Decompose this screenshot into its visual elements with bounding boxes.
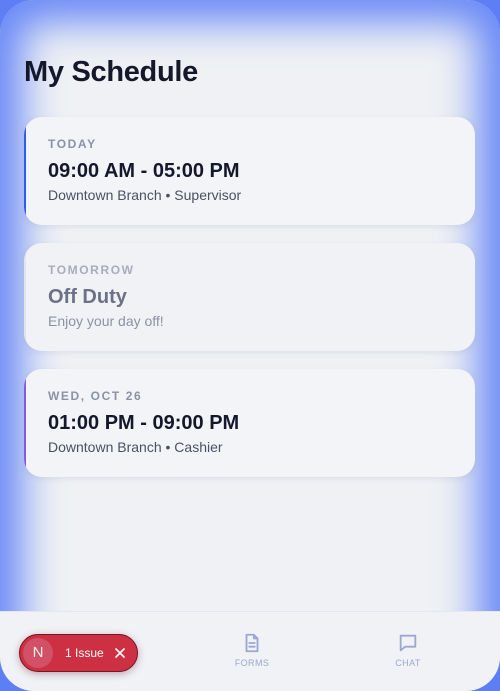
shift-time: Off Duty	[48, 286, 127, 308]
shift-card-tomorrow[interactable]: TOMORROW Off Duty Enjoy your day off!	[24, 243, 475, 351]
shift-accent-bar	[24, 243, 26, 351]
shift-time: 09:00 AM - 05:00 PM	[48, 160, 240, 182]
close-icon[interactable]	[114, 647, 126, 659]
shift-accent-bar	[24, 369, 26, 477]
nav-item-chat[interactable]: CHAT	[368, 632, 448, 668]
nav-item-forms[interactable]: FORMS	[212, 632, 292, 668]
shift-day: TODAY	[48, 137, 97, 151]
issue-avatar: N	[23, 638, 53, 668]
page-title: My Schedule	[24, 56, 198, 88]
shift-meta: Downtown Branch • Supervisor	[48, 187, 242, 203]
issue-count-label: 1 Issue	[65, 646, 104, 660]
chat-icon	[399, 634, 417, 652]
shift-day: WED, OCT 26	[48, 389, 143, 403]
app-screen: My Schedule TODAY 09:00 AM - 05:00 PM Do…	[0, 0, 500, 691]
document-icon	[245, 633, 259, 653]
shift-card-wed[interactable]: WED, OCT 26 01:00 PM - 09:00 PM Downtown…	[24, 369, 475, 477]
nav-label: CHAT	[395, 658, 421, 668]
shift-accent-bar	[24, 117, 26, 225]
shift-time: 01:00 PM - 09:00 PM	[48, 412, 240, 434]
shift-meta: Downtown Branch • Cashier	[48, 439, 223, 455]
shift-day: TOMORROW	[48, 263, 135, 277]
shift-meta: Enjoy your day off!	[48, 313, 164, 329]
nav-label: FORMS	[234, 658, 270, 668]
issues-badge[interactable]: N 1 Issue	[19, 634, 138, 672]
shift-card-today[interactable]: TODAY 09:00 AM - 05:00 PM Downtown Branc…	[24, 117, 475, 225]
